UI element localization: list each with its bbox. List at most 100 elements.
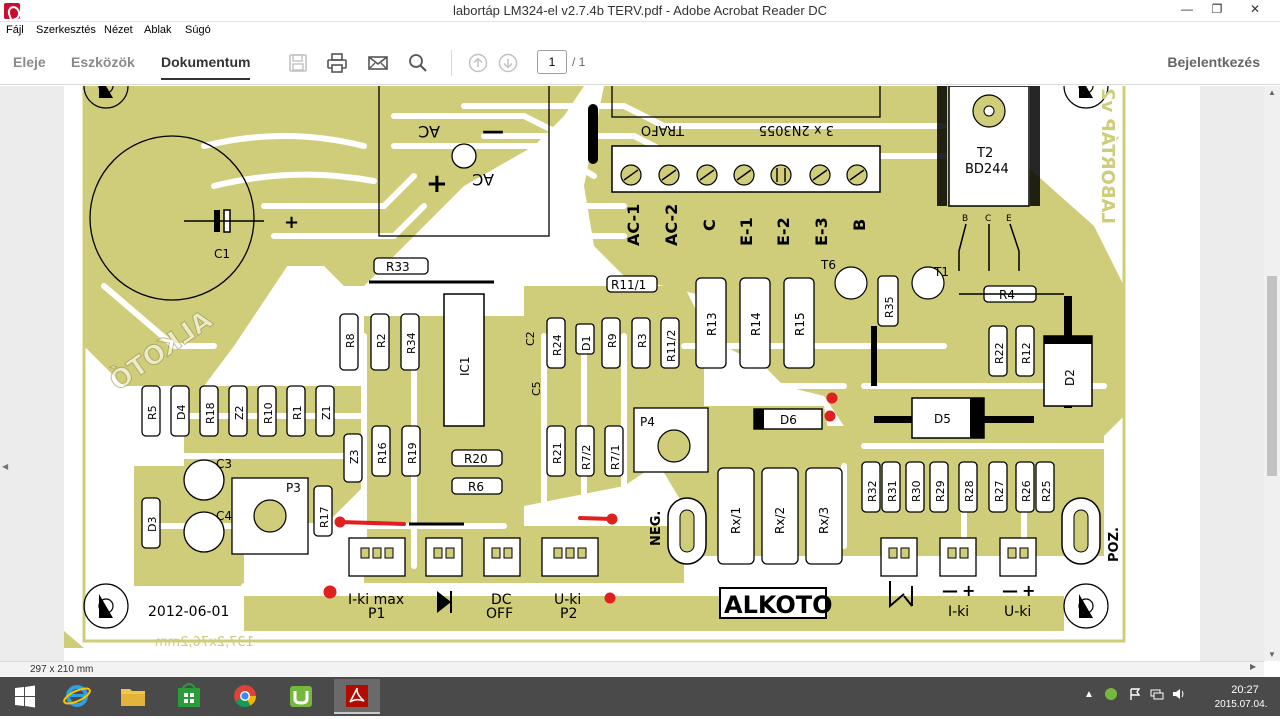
terminal-e-3: E-3 bbox=[812, 217, 831, 246]
document-viewport[interactable]: ◀ C1 + AC AC — + TRAFO 3 x 2N3055 AC-1 A… bbox=[0, 86, 1264, 661]
label-r25: R25 bbox=[1040, 480, 1053, 502]
label-z3: Z3 bbox=[348, 449, 361, 464]
minimize-button[interactable]: — bbox=[1172, 0, 1202, 20]
label-t2-pin-c: C bbox=[985, 214, 991, 224]
label-poz: POZ. bbox=[1107, 527, 1122, 562]
label-r11-2: R11/2 bbox=[665, 330, 678, 362]
window-title: labortáp LM324-el v2.7.4b TERV.pdf - Ado… bbox=[452, 3, 828, 18]
sign-in-button[interactable]: Bejelentkezés bbox=[1167, 54, 1260, 70]
file-explorer-icon[interactable] bbox=[110, 679, 156, 714]
tab-tools[interactable]: Eszközök bbox=[71, 54, 135, 70]
label-c3: C3 bbox=[216, 457, 232, 471]
page-up-icon[interactable] bbox=[467, 52, 489, 74]
label-r21: R21 bbox=[551, 442, 564, 464]
clock-date[interactable]: 2015.07.04. bbox=[1205, 699, 1277, 710]
menu-window[interactable]: Ablak bbox=[144, 24, 172, 36]
label-t2-pin-b: B bbox=[962, 214, 968, 224]
pcb-layout: C1 + AC AC — + TRAFO 3 x 2N3055 AC-1 AC-… bbox=[64, 86, 1126, 650]
label-version-mirrored: LABORTÁP v2.7.4b bbox=[1097, 86, 1119, 224]
label-neg: NEG. bbox=[649, 511, 664, 546]
tray-volume-icon[interactable] bbox=[1172, 687, 1186, 704]
label-t1: T1 bbox=[933, 265, 949, 279]
page-number-input[interactable]: 1 bbox=[537, 50, 567, 74]
scrollbar-thumb[interactable] bbox=[1267, 276, 1277, 476]
label-z2: Z2 bbox=[233, 405, 246, 420]
terminal-e-2: E-2 bbox=[774, 217, 793, 246]
label-r19: R19 bbox=[406, 442, 419, 464]
logo-alkoto: ALKOTO bbox=[724, 591, 833, 619]
label-r28: R28 bbox=[963, 480, 976, 502]
close-button[interactable]: ✕ bbox=[1232, 0, 1278, 20]
label-r31: R31 bbox=[886, 480, 899, 502]
terminal-b: B bbox=[850, 219, 869, 231]
label-r4: R4 bbox=[999, 288, 1015, 302]
utorrent-icon[interactable] bbox=[278, 679, 324, 714]
tab-document[interactable]: Dokumentum bbox=[161, 54, 251, 80]
scroll-down-icon[interactable]: ▼ bbox=[1264, 650, 1280, 659]
label-iki: I-ki bbox=[948, 604, 969, 620]
label-date: 2012-06-01 bbox=[148, 604, 229, 620]
label-bridge-ac-2: AC bbox=[472, 170, 494, 189]
menu-help[interactable]: Súgó bbox=[185, 24, 211, 36]
page-down-icon[interactable] bbox=[497, 52, 519, 74]
label-d1: D1 bbox=[580, 336, 593, 351]
label-r26: R26 bbox=[1020, 480, 1033, 502]
maximize-button[interactable]: ❐ bbox=[1202, 0, 1232, 20]
chrome-icon[interactable] bbox=[222, 679, 268, 714]
search-icon[interactable] bbox=[407, 52, 429, 74]
label-r8: R8 bbox=[344, 333, 357, 348]
left-panel-arrow-icon[interactable]: ◀ bbox=[2, 462, 8, 471]
label-z1: Z1 bbox=[320, 405, 333, 420]
label-t2-pin-e: E bbox=[1006, 214, 1012, 224]
acrobat-icon[interactable] bbox=[334, 679, 380, 714]
scroll-up-icon[interactable]: ▲ bbox=[1264, 88, 1280, 97]
label-d2: D2 bbox=[1063, 369, 1077, 386]
taskbar: ▲ 20:27 2015.07.04. bbox=[0, 677, 1280, 716]
label-d6: D6 bbox=[780, 413, 797, 427]
vertical-scrollbar[interactable]: ▲ ▼ bbox=[1264, 86, 1280, 661]
scroll-right-icon[interactable]: ▶ bbox=[1250, 662, 1256, 671]
label-r27: R27 bbox=[993, 480, 1006, 502]
toolbar: Eleje Eszközök Dokumentum 1 / 1 Bejelent… bbox=[0, 40, 1280, 85]
store-icon[interactable] bbox=[166, 679, 212, 714]
label-uki2: U-ki bbox=[1004, 604, 1031, 620]
label-uki-minus: — bbox=[1002, 581, 1018, 600]
label-r15: R15 bbox=[793, 312, 807, 336]
menu-view[interactable]: Nézet bbox=[104, 24, 133, 36]
label-uki-plus: + bbox=[1022, 581, 1035, 600]
label-rx2: Rx/2 bbox=[773, 507, 787, 534]
label-off: OFF bbox=[486, 606, 513, 622]
tray-chevron-icon[interactable]: ▲ bbox=[1084, 689, 1094, 700]
label-bridge-ac-1: AC bbox=[418, 122, 440, 141]
label-r20: R20 bbox=[464, 452, 488, 466]
windows-start-icon[interactable] bbox=[2, 679, 48, 714]
label-r5: R5 bbox=[146, 405, 159, 420]
label-iki-plus: + bbox=[962, 581, 975, 600]
menu-edit[interactable]: Szerkesztés bbox=[36, 24, 96, 36]
clock-time[interactable]: 20:27 bbox=[1215, 684, 1275, 696]
terminal-e-1: E-1 bbox=[737, 217, 756, 246]
label-r35: R35 bbox=[883, 296, 896, 318]
toolbar-separator bbox=[451, 50, 452, 76]
tray-flag-icon[interactable] bbox=[1128, 687, 1142, 704]
label-bridge-plus: + bbox=[426, 169, 448, 199]
tray-utorrent-icon[interactable] bbox=[1104, 687, 1118, 704]
save-icon[interactable] bbox=[287, 52, 309, 74]
print-icon[interactable] bbox=[326, 52, 348, 74]
label-t6: T6 bbox=[820, 258, 836, 272]
internet-explorer-icon[interactable] bbox=[54, 679, 100, 714]
label-rx1: Rx/1 bbox=[729, 507, 743, 534]
label-r29: R29 bbox=[934, 480, 947, 502]
tab-home[interactable]: Eleje bbox=[13, 54, 46, 70]
label-r7-2: R7/2 bbox=[580, 445, 593, 470]
label-c1-plus: + bbox=[284, 212, 299, 233]
menu-file[interactable]: Fájl bbox=[6, 24, 24, 36]
label-c4: C4 bbox=[216, 509, 232, 523]
label-r14: R14 bbox=[749, 312, 763, 336]
email-icon[interactable] bbox=[367, 52, 389, 74]
label-r16: R16 bbox=[376, 442, 389, 464]
page-size-label: 297 x 210 mm bbox=[30, 664, 94, 675]
label-r10: R10 bbox=[262, 402, 275, 424]
tray-network-icon[interactable] bbox=[1150, 687, 1164, 704]
label-p2: P2 bbox=[560, 606, 577, 622]
